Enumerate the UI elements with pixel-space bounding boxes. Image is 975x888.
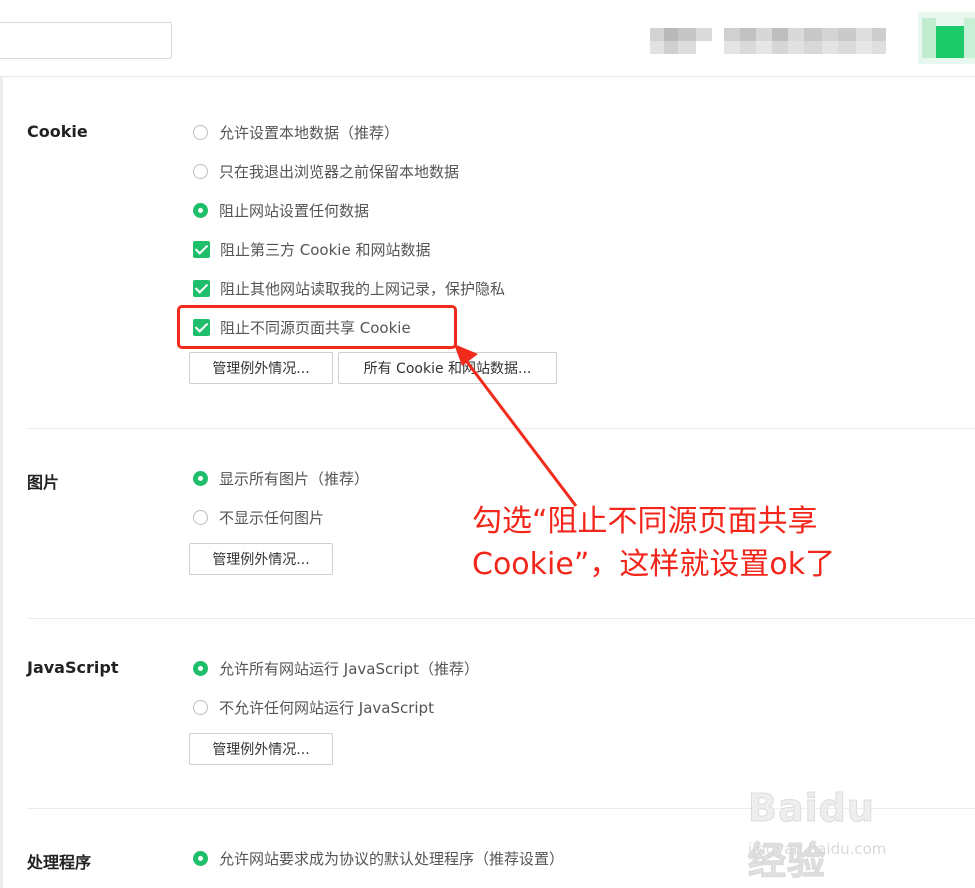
annotation-line-2: Cookie”，这样就设置ok了 — [472, 547, 836, 582]
blurred-avatar-icon[interactable] — [918, 12, 975, 64]
annotation-line-1: 勾选“阻止不同源页面共享 — [472, 504, 818, 539]
radio-unchecked-icon — [193, 509, 208, 525]
watermark-brand: Baidu 经验 — [748, 786, 875, 884]
radio-unchecked-icon — [193, 124, 208, 140]
images-manage-exceptions-button[interactable]: 管理例外情况... — [189, 543, 333, 575]
radio-allow-javascript[interactable]: 允许所有网站运行 JavaScript（推荐） — [193, 658, 479, 678]
radio-label: 允许网站要求成为协议的默认处理程序（推荐设置） — [219, 849, 565, 868]
radio-unchecked-icon — [193, 163, 208, 179]
radio-checked-icon — [193, 850, 208, 866]
radio-label: 显示所有图片（推荐） — [219, 469, 370, 488]
radio-label: 允许所有网站运行 JavaScript（推荐） — [219, 659, 479, 678]
radio-block-all-data[interactable]: 阻止网站设置任何数据 — [193, 200, 369, 220]
search-input[interactable] — [0, 22, 172, 59]
javascript-section-title: JavaScript — [27, 658, 119, 677]
handlers-section-title: 处理程序 — [27, 853, 92, 872]
annotation-arrow-icon — [454, 344, 578, 507]
watermark-url: jingyan.baidu.com — [748, 840, 887, 858]
radio-label: 不显示任何图片 — [219, 508, 325, 527]
radio-block-javascript[interactable]: 不允许任何网站运行 JavaScript — [193, 697, 434, 717]
cookie-section-title: Cookie — [27, 122, 88, 141]
radio-allow-local-data[interactable]: 允许设置本地数据（推荐） — [193, 122, 399, 142]
section-divider — [27, 618, 975, 619]
radio-show-all-images[interactable]: 显示所有图片（推荐） — [193, 468, 369, 488]
radio-label: 允许设置本地数据（推荐） — [219, 123, 400, 142]
cookie-manage-exceptions-button[interactable]: 管理例外情况... — [189, 352, 333, 384]
radio-label: 只在我退出浏览器之前保留本地数据 — [219, 162, 460, 181]
checkbox-label: 阻止第三方 Cookie 和网站数据 — [220, 240, 431, 259]
annotation-text: 勾选“阻止不同源页面共享 Cookie”，这样就设置ok了 — [472, 500, 912, 586]
annotation-highlight-box — [177, 305, 457, 349]
radio-keep-until-exit[interactable]: 只在我退出浏览器之前保留本地数据 — [193, 161, 459, 181]
radio-checked-icon — [193, 660, 208, 676]
radio-show-no-images[interactable]: 不显示任何图片 — [193, 507, 324, 527]
radio-label: 不允许任何网站运行 JavaScript — [219, 698, 434, 717]
blurred-account-info — [650, 28, 908, 54]
left-border — [0, 77, 3, 888]
radio-allow-handlers[interactable]: 允许网站要求成为协议的默认处理程序（推荐设置） — [193, 848, 564, 868]
javascript-manage-exceptions-button[interactable]: 管理例外情况... — [189, 733, 333, 765]
checkbox-checked-icon — [193, 279, 210, 297]
checkbox-block-third-party[interactable]: 阻止第三方 Cookie 和网站数据 — [193, 239, 430, 259]
baidu-watermark: Baidu 经验 jingyan.baidu.com — [748, 778, 928, 884]
radio-checked-icon — [193, 470, 208, 486]
checkbox-label: 阻止其他网站读取我的上网记录，保护隐私 — [220, 279, 506, 298]
top-bar — [0, 0, 975, 77]
radio-unchecked-icon — [193, 699, 208, 715]
checkbox-block-history-read[interactable]: 阻止其他网站读取我的上网记录，保护隐私 — [193, 278, 505, 298]
images-section-title: 图片 — [27, 473, 60, 492]
radio-label: 阻止网站设置任何数据 — [219, 201, 370, 220]
radio-checked-icon — [193, 202, 208, 218]
checkbox-checked-icon — [193, 240, 210, 258]
